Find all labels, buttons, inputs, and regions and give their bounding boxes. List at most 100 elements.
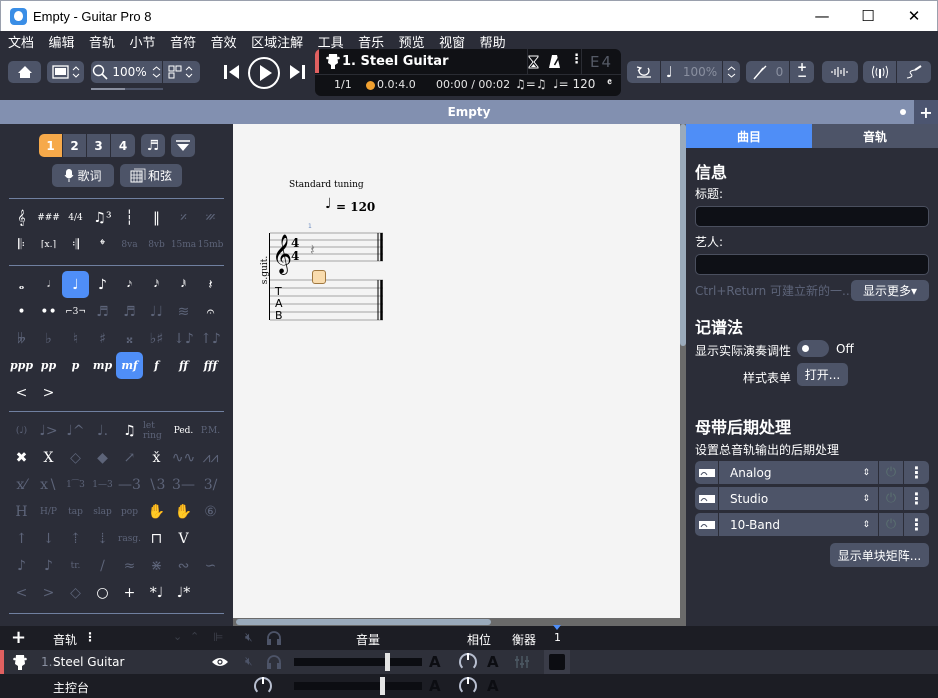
playback-speed-field[interactable]: ♩ 100% — [661, 61, 723, 83]
mute-icon[interactable]: 🔇︎ — [245, 654, 253, 669]
palette-item-durations-1-4[interactable]: ♬ — [116, 298, 143, 325]
palette-item-durations-3-4[interactable]: mf — [116, 352, 143, 379]
mute-all-icon[interactable]: 🔇︎ — [245, 630, 253, 645]
palette-item-durations-2-6[interactable]: ↓♪ — [170, 325, 197, 352]
zoom-select[interactable]: 100% — [91, 61, 163, 83]
palette-item-effects-5-3[interactable]: ∕ — [89, 552, 116, 579]
effect-select[interactable]: Analog ⇕ — [719, 461, 879, 484]
playhead-marker[interactable] — [553, 625, 561, 630]
palette-item-durations-3-7[interactable]: fff — [197, 352, 224, 379]
palette-item-durations-0-2[interactable]: ♩ — [62, 271, 89, 298]
palette-item-structure-1-4[interactable]: 8va — [116, 231, 143, 258]
menu-note[interactable]: 音符 — [170, 32, 196, 51]
transpose-stepper[interactable]: + − — [790, 61, 814, 83]
zoom-slider[interactable] — [91, 88, 163, 90]
palette-item-effects-1-7[interactable]: ⩘⩘ — [197, 444, 224, 471]
show-matrix-button[interactable]: 显示单块矩阵... — [830, 543, 929, 567]
auto-volume-icon[interactable]: A — [429, 677, 441, 695]
show-more-button[interactable]: 显示更多▾ — [851, 280, 929, 301]
palette-item-structure-1-1[interactable]: ⌈x.⌉ — [35, 231, 62, 258]
palette-item-effects-0-3[interactable]: ♩. — [89, 417, 116, 444]
palette-item-effects-3-7[interactable]: ⑥ — [197, 498, 224, 525]
palette-item-effects-3-4[interactable]: pop — [116, 498, 143, 525]
new-tab-button[interactable]: + — [914, 100, 938, 124]
palette-item-durations-3-1[interactable]: pp — [35, 352, 62, 379]
menu-sections[interactable]: 区域注解 — [251, 32, 303, 51]
effect-power-button[interactable]: ⏻ — [879, 513, 904, 536]
palette-item-effects-2-3[interactable]: 1—3 — [89, 471, 116, 498]
palette-item-durations-3-2[interactable]: p — [62, 352, 89, 379]
palette-item-structure-0-0[interactable]: 𝄞 — [8, 204, 35, 231]
palette-item-effects-4-1[interactable]: ↓ — [35, 525, 62, 552]
palette-item-effects-5-1[interactable]: ♪ — [35, 552, 62, 579]
collapse-icon[interactable]: ⊫ — [213, 630, 223, 644]
track-row[interactable]: 1. Steel Guitar 🔇︎ A A — [0, 650, 938, 674]
palette-item-effects-5-6[interactable]: ∾ — [170, 552, 197, 579]
palette-item-durations-2-7[interactable]: ↑♪ — [197, 325, 224, 352]
voice-3-button[interactable]: 3 — [87, 134, 111, 157]
tracks-menu-icon[interactable]: ⋮ — [84, 630, 96, 644]
play-button[interactable] — [247, 56, 281, 90]
palette-item-effects-1-6[interactable]: ∿∿ — [170, 444, 197, 471]
palette-item-effects-3-6[interactable]: ✋ — [170, 498, 197, 525]
menu-window[interactable]: 视窗 — [439, 32, 465, 51]
palette-item-durations-2-2[interactable]: ♮ — [62, 325, 89, 352]
palette-item-durations-1-0[interactable]: • — [8, 298, 35, 325]
palette-item-effects-6-4[interactable]: + — [116, 579, 143, 606]
palette-item-structure-0-2[interactable]: 4/4 — [62, 204, 89, 231]
voice-4-button[interactable]: 4 — [111, 134, 135, 157]
effect-more-button[interactable]: ⋮ — [904, 513, 929, 536]
palette-item-effects-5-0[interactable]: ♪ — [8, 552, 35, 579]
close-button[interactable]: ✕ — [891, 1, 937, 31]
playback-speed-spin[interactable] — [723, 61, 740, 83]
palette-item-structure-1-7[interactable]: 15mb — [197, 231, 224, 258]
palette-item-effects-6-3[interactable]: ○ — [89, 579, 116, 606]
palette-item-structure-0-6[interactable]: 𝄎 — [170, 204, 197, 231]
maximize-button[interactable]: ☐ — [845, 1, 891, 31]
menu-track[interactable]: 音轨 — [89, 32, 115, 51]
metronome-icon[interactable] — [548, 54, 561, 69]
palette-item-durations-2-3[interactable]: ♯ — [89, 325, 116, 352]
palette-item-effects-3-2[interactable]: tap — [62, 498, 89, 525]
palette-item-effects-1-0[interactable]: ✖ — [8, 444, 35, 471]
palette-item-effects-6-0[interactable]: < — [8, 579, 35, 606]
palette-item-effects-4-3[interactable]: ⇣ — [89, 525, 116, 552]
add-track-button[interactable]: + — [11, 627, 26, 648]
palette-item-effects-2-4[interactable]: —3 — [116, 471, 143, 498]
palette-item-effects-6-2[interactable]: ◇ — [62, 579, 89, 606]
palette-item-effects-6-5[interactable]: *♩ — [143, 579, 170, 606]
palette-item-effects-0-2[interactable]: ♩^ — [62, 417, 89, 444]
tab-song[interactable]: 曲目 — [686, 124, 812, 148]
palette-item-effects-0-0[interactable]: (♩) — [8, 417, 35, 444]
palette-item-durations-0-4[interactable]: 𝅘𝅥𝅯 — [116, 271, 143, 298]
effect-select[interactable]: 10-Band ⇕ — [719, 513, 879, 536]
palette-item-effects-1-1[interactable]: X — [35, 444, 62, 471]
palette-item-effects-2-0[interactable]: x⁄ — [8, 471, 35, 498]
move-track-down-icon[interactable]: ⌄ — [173, 630, 182, 643]
palette-item-durations-0-3[interactable]: ♪ — [89, 271, 116, 298]
home-button[interactable] — [8, 61, 41, 83]
lyrics-button[interactable]: 歌词 — [52, 164, 114, 187]
palette-item-effects-0-7[interactable]: P.M. — [197, 417, 224, 444]
menu-file[interactable]: 文档 — [8, 32, 34, 51]
palette-item-effects-1-4[interactable]: ↗ — [116, 444, 143, 471]
palette-item-effects-6-6[interactable]: ♩* — [170, 579, 197, 606]
palette-item-effects-1-2[interactable]: ◇ — [62, 444, 89, 471]
collapse-palette-button[interactable] — [171, 134, 195, 157]
master-pan-knob[interactable] — [459, 677, 477, 695]
palette-item-structure-1-3[interactable]: 𝄌 — [89, 231, 116, 258]
palette-item-durations-0-0[interactable]: 𝅝 — [8, 271, 35, 298]
go-to-start-icon[interactable] — [222, 63, 242, 81]
palette-item-durations-1-1[interactable]: •• — [35, 298, 62, 325]
palette-item-effects-2-2[interactable]: 1⁀3 — [62, 471, 89, 498]
palette-item-effects-4-2[interactable]: ⇡ — [62, 525, 89, 552]
menu-effects[interactable]: 音效 — [211, 32, 237, 51]
audio-input-button[interactable] — [897, 61, 931, 83]
hourglass-icon[interactable] — [528, 55, 539, 69]
palette-item-effects-2-1[interactable]: x∖ — [35, 471, 62, 498]
auto-pan-icon[interactable]: A — [487, 653, 499, 671]
menu-help[interactable]: 帮助 — [480, 32, 506, 51]
palette-item-durations-0-7[interactable]: 𝄽 — [197, 271, 224, 298]
solo-headphones-icon[interactable] — [266, 631, 282, 645]
master-balance-knob[interactable] — [254, 677, 272, 695]
